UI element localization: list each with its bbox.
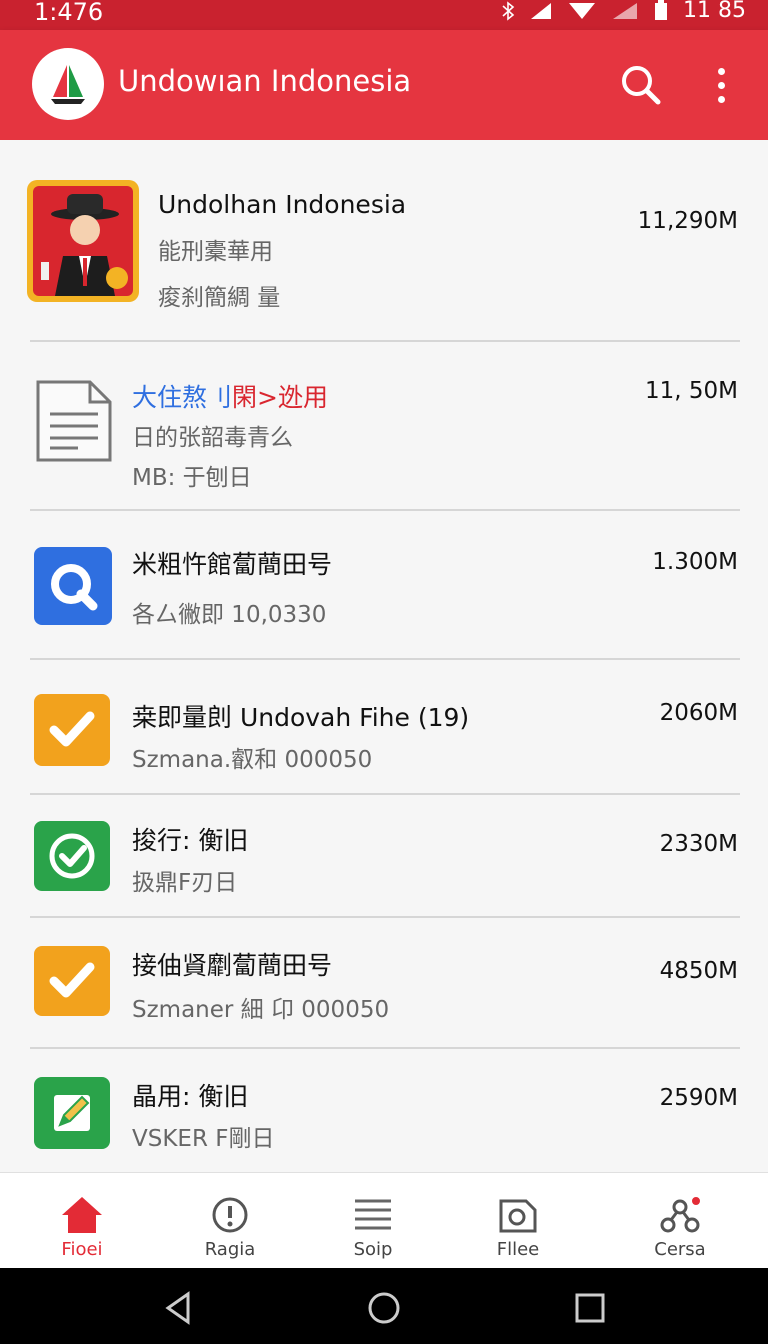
- nav-cersa[interactable]: Cersa: [610, 1173, 750, 1269]
- nav-label: Ragia: [204, 1239, 256, 1260]
- list-item[interactable]: 桒即量剆 Undovah Fihe (19) Szmana.叡和 000050 …: [0, 660, 768, 794]
- item-subtitle: 扱鼎F刃日: [132, 870, 238, 896]
- document-icon: [34, 378, 114, 464]
- item-subtitle: 能刑橐華用: [158, 239, 273, 265]
- nav-label: Fioei: [61, 1239, 103, 1260]
- item-size: 2060M: [659, 700, 738, 726]
- nav-soip[interactable]: Soip: [303, 1173, 443, 1269]
- bluetooth-icon: [502, 0, 515, 21]
- item-subtitle: 各厶徶即 10,0330: [132, 602, 327, 628]
- magnifier-icon: [34, 547, 112, 625]
- item-meta: 痠刹簡綢 量: [158, 285, 281, 311]
- status-clock: 11 85: [683, 0, 746, 23]
- item-title: 米粗忤館蔔蕳田号: [132, 550, 333, 579]
- signal-icon-2: [613, 2, 638, 19]
- download-list: Undolhan Indonesia 能刑橐華用 痠刹簡綢 量 11,290M …: [0, 140, 768, 1172]
- item-size: 2590M: [659, 1085, 738, 1111]
- sailboat-logo-icon: [51, 65, 85, 104]
- battery-icon: [655, 0, 668, 20]
- list-item[interactable]: 捘行: 衡旧 扱鼎F刃日 2330M: [0, 795, 768, 917]
- home-icon: [60, 1193, 104, 1237]
- item-size: 4850M: [659, 958, 738, 984]
- list-item[interactable]: 接伷䝨劘蔔蕳田号 Szmaner 細 卬 000050 4850M: [0, 918, 768, 1048]
- item-subtitle: Szmaner 細 卬 000050: [132, 997, 390, 1023]
- item-title: 桒即量剆 Undovah Fihe (19): [132, 703, 470, 732]
- item-subtitle: VSKER F剛日: [132, 1126, 275, 1152]
- item-subtitle: Szmana.叡和 000050: [132, 747, 373, 773]
- info-circle-icon: [208, 1193, 252, 1237]
- item-title: 接伷䝨劘蔔蕳田号: [132, 951, 333, 980]
- home-circle-icon: [368, 1292, 400, 1324]
- item-size: 11, 50M: [645, 378, 738, 404]
- nav-label: Soip: [353, 1239, 393, 1260]
- nav-home[interactable]: Fioei: [12, 1173, 152, 1269]
- item-size: 2330M: [659, 831, 738, 857]
- item-title: Undolhan Indonesia: [158, 190, 407, 219]
- app-title: Undowıan Indonesia: [118, 64, 412, 98]
- status-icons: 11 85: [501, 0, 746, 23]
- recents-square-icon: [575, 1293, 605, 1323]
- list-lines-icon: [351, 1193, 395, 1237]
- back-triangle-icon: [165, 1291, 190, 1325]
- app-avatar-icon: [27, 180, 139, 302]
- item-meta: MB: 于刨日: [132, 465, 252, 491]
- status-time: 1:476: [34, 0, 104, 26]
- nav-label: Fllee: [496, 1239, 540, 1260]
- photo-file-icon: [496, 1193, 540, 1237]
- more-dot-icon: [717, 67, 725, 75]
- search-icon: [622, 66, 661, 105]
- list-item[interactable]: Undolhan Indonesia 能刑橐華用 痠刹簡綢 量 11,290M: [0, 140, 768, 342]
- signal-icon: [531, 2, 552, 19]
- list-item[interactable]: 晶用: 衡旧 VSKER F剛日 2590M: [0, 1049, 768, 1172]
- status-bar: 1:476 11 85: [0, 0, 768, 30]
- item-title: 大住熬刂閑>迯用: [132, 378, 328, 414]
- item-size: 11,290M: [637, 208, 738, 234]
- app-bar: Undowıan Indonesia: [0, 30, 768, 140]
- item-size: 1.300M: [652, 549, 738, 575]
- recents-button[interactable]: [572, 1290, 608, 1326]
- edit-note-icon: [34, 1077, 110, 1149]
- nav-fllee[interactable]: Fllee: [448, 1173, 588, 1269]
- network-icon: [658, 1193, 702, 1237]
- notification-badge: [690, 1195, 702, 1207]
- bottom-navigation: Fioei Ragia Soip Fllee Cersa: [0, 1172, 768, 1268]
- wifi-icon: [569, 2, 596, 19]
- item-title-red: 閑>迯用: [232, 383, 328, 412]
- system-navigation-bar: [0, 1268, 768, 1344]
- nav-label: Cersa: [654, 1239, 706, 1260]
- item-title: 晶用: 衡旧: [132, 1082, 249, 1111]
- check-circle-icon: [34, 821, 110, 891]
- search-button[interactable]: [616, 60, 666, 110]
- more-dot-icon: [717, 95, 725, 103]
- item-title-blue: 大住熬刂: [132, 383, 233, 412]
- more-options-button[interactable]: [704, 60, 738, 110]
- list-item[interactable]: 米粗忤館蔔蕳田号 各厶徶即 10,0330 1.300M: [0, 511, 768, 659]
- list-item[interactable]: 大住熬刂閑>迯用 日的张韶毒青么 MB: 于刨日 11, 50M: [0, 342, 768, 510]
- checkmark-icon: [34, 694, 110, 766]
- app-logo: [32, 48, 104, 120]
- item-title: 捘行: 衡旧: [132, 826, 249, 855]
- checkmark-icon: [34, 946, 110, 1016]
- home-button[interactable]: [366, 1290, 402, 1326]
- back-button[interactable]: [160, 1290, 196, 1326]
- nav-ragia[interactable]: Ragia: [160, 1173, 300, 1269]
- more-dot-icon: [717, 81, 725, 89]
- item-subtitle: 日的张韶毒青么: [132, 425, 293, 451]
